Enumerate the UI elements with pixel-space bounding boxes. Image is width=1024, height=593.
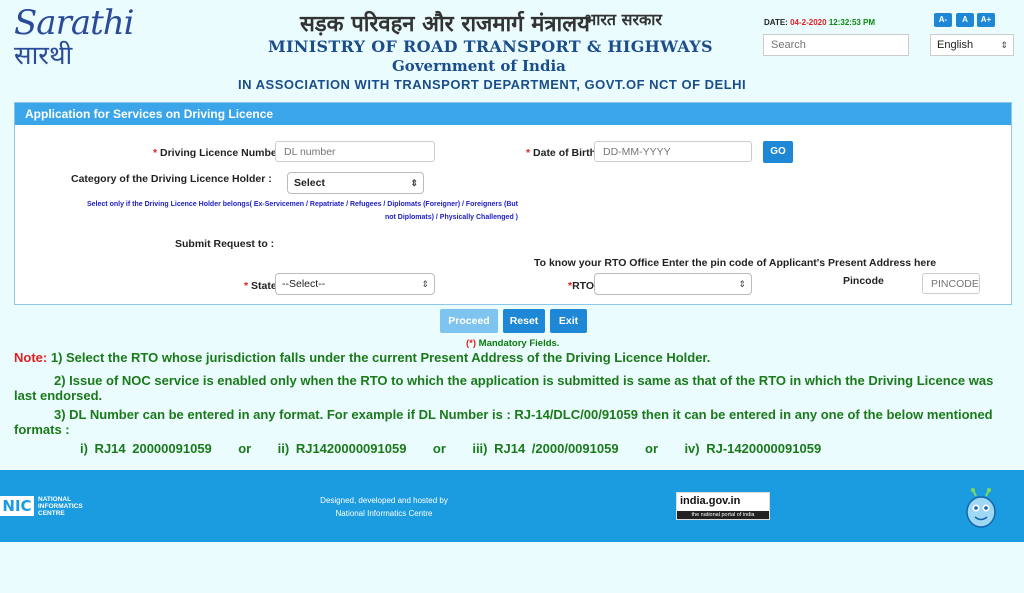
state-label: * State <box>244 280 277 292</box>
required-mark: * <box>153 147 158 159</box>
date-label: DATE: <box>764 18 788 27</box>
logo-text-hindi: सारथी <box>14 41 73 71</box>
nic-logo-text: NATIONAL INFORMATICS CENTRE <box>38 496 83 517</box>
india-gov-text: india.gov.in <box>680 495 741 507</box>
category-value: Select <box>294 177 325 189</box>
rto-pincode-hint: To know your RTO Office Enter the pin co… <box>534 257 937 269</box>
chevron-updown-icon: ⇕ <box>1000 40 1008 50</box>
category-label: Category of the Driving Licence Holder : <box>71 173 272 185</box>
note-4-formats: i) RJ14 20000091059 or ii) RJ14200000910… <box>80 441 822 456</box>
language-value: English <box>937 39 974 51</box>
note-3: 3) DL Number can be entered in any forma… <box>14 407 993 437</box>
india-gov-subtitle: the national portal of india <box>677 511 769 519</box>
state-value: --Select-- <box>282 278 326 290</box>
font-decrease-button[interactable]: A- <box>934 13 952 27</box>
chevron-updown-icon: ⇕ <box>738 279 746 289</box>
dob-input[interactable] <box>594 141 752 162</box>
logo-text-english: Sarathi <box>14 3 135 43</box>
pincode-input[interactable] <box>922 273 980 294</box>
credit-line-2: National Informatics Centre <box>335 509 433 518</box>
font-normal-button[interactable]: A <box>956 13 974 27</box>
reset-button[interactable]: Reset <box>503 309 545 333</box>
current-date: 04-2-2020 <box>790 18 827 27</box>
date-time-display: DATE: 04-2-2020 12:32:53 PM <box>764 18 875 27</box>
required-mark: * <box>244 280 249 292</box>
ministry-title: MINISTRY OF ROAD TRANSPORT & HIGHWAYS <box>268 37 713 56</box>
state-select[interactable]: --Select-- ⇕ <box>275 273 435 295</box>
pincode-label: Pincode <box>843 275 884 287</box>
nic-mark: NIC <box>0 496 34 516</box>
hindi-government-label: भारत सरकार <box>585 10 662 29</box>
mandatory-text: Mandatory Fields. <box>478 338 560 349</box>
submit-request-label: Submit Request to : <box>175 238 275 250</box>
association-title: IN ASSOCIATION WITH TRANSPORT DEPARTMENT… <box>238 77 747 92</box>
government-title: Government of India <box>392 57 566 75</box>
note-1: Note: 1) Select the RTO whose jurisdicti… <box>14 350 711 365</box>
footer: NIC NATIONAL INFORMATICS CENTRE Designed… <box>0 470 1024 542</box>
hindi-ministry-title: सड़क परिवहन और राजमार्ग मंत्रालय <box>300 12 590 37</box>
current-time: 12:32:53 PM <box>828 18 876 27</box>
proceed-button[interactable]: Proceed <box>440 309 498 333</box>
sarathi-logo[interactable]: Sarathi सारथी <box>14 3 135 76</box>
rto-label: *RTO <box>568 280 595 292</box>
note-2: 2) Issue of NOC service is enabled only … <box>14 373 994 403</box>
dl-number-input[interactable] <box>275 141 435 162</box>
note-label: Note: <box>14 350 48 365</box>
india-gov-logo[interactable]: india.gov.in the national portal of indi… <box>676 492 770 520</box>
chevron-updown-icon: ⇕ <box>410 178 418 188</box>
category-select[interactable]: Select ⇕ <box>287 172 424 194</box>
panel-title: Application for Services on Driving Lice… <box>15 103 1011 125</box>
required-mark: * <box>526 147 531 159</box>
category-note: Select only if the Driving Licence Holde… <box>87 201 518 221</box>
exit-button[interactable]: Exit <box>550 309 587 333</box>
dl-number-label: * Driving Licence Number <box>153 147 281 159</box>
language-select[interactable]: English ⇕ <box>930 34 1014 56</box>
search-input[interactable] <box>763 34 909 56</box>
mandatory-fields-note: (*) Mandatory Fields. <box>466 338 559 349</box>
chevron-updown-icon: ⇕ <box>421 279 429 289</box>
mandatory-star: (*) <box>466 338 477 349</box>
credit-line-1: Designed, developed and hosted by <box>320 496 448 505</box>
nic-logo[interactable]: NIC NATIONAL INFORMATICS CENTRE <box>0 496 110 518</box>
application-panel: Application for Services on Driving Lice… <box>14 102 1012 305</box>
go-button[interactable]: GO <box>763 141 793 163</box>
mascot-icon[interactable] <box>964 488 998 528</box>
footer-credit: Designed, developed and hosted by Nation… <box>300 494 468 520</box>
dob-label: * Date of Birth <box>526 147 597 159</box>
font-increase-button[interactable]: A+ <box>977 13 995 27</box>
rto-select[interactable]: ⇕ <box>594 273 752 295</box>
